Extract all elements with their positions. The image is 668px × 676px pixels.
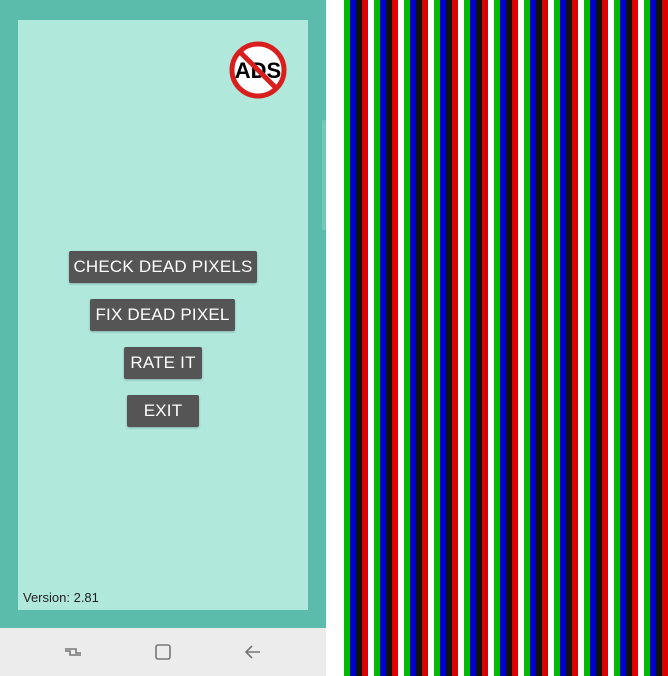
- color-stripe: [578, 0, 584, 676]
- color-stripe: [602, 0, 608, 676]
- color-stripe: [428, 0, 434, 676]
- edge-panel-handle[interactable]: [322, 120, 326, 230]
- color-stripe: [500, 0, 506, 676]
- color-stripe: [422, 0, 428, 676]
- color-stripe: [614, 0, 620, 676]
- screenshot-canvas: ADS CHECK DEAD PIXELS FIX DEAD PIXEL RAT…: [0, 0, 668, 676]
- color-stripe: [464, 0, 470, 676]
- color-stripe: [458, 0, 464, 676]
- color-stripe: [452, 0, 458, 676]
- color-stripe: [530, 0, 536, 676]
- color-stripe: [524, 0, 530, 676]
- exit-button[interactable]: EXIT: [127, 395, 199, 427]
- color-stripe: [374, 0, 380, 676]
- color-stripe: [512, 0, 518, 676]
- color-stripe: [410, 0, 416, 676]
- color-stripe: [350, 0, 356, 676]
- recents-button[interactable]: [61, 640, 85, 664]
- color-stripe: [392, 0, 398, 676]
- color-stripe: [620, 0, 626, 676]
- color-stripe: [440, 0, 446, 676]
- color-stripe: [494, 0, 500, 676]
- remove-ads-button[interactable]: ADS: [228, 40, 288, 100]
- color-stripe: [632, 0, 638, 676]
- color-stripe: [506, 0, 512, 676]
- color-stripe: [482, 0, 488, 676]
- color-stripe: [470, 0, 476, 676]
- color-stripe: [338, 0, 344, 676]
- color-stripe: [656, 0, 662, 676]
- color-stripe: [398, 0, 404, 676]
- color-stripe: [638, 0, 644, 676]
- home-icon: [155, 644, 171, 660]
- android-nav-bar: [0, 628, 326, 676]
- color-stripe: [596, 0, 602, 676]
- color-stripe: [560, 0, 566, 676]
- color-stripe: [386, 0, 392, 676]
- color-stripe: [446, 0, 452, 676]
- color-stripe: [584, 0, 590, 676]
- check-dead-pixels-button[interactable]: CHECK DEAD PIXELS: [69, 251, 257, 283]
- back-icon: [245, 645, 260, 659]
- color-stripe: [356, 0, 362, 676]
- home-button[interactable]: [151, 640, 175, 664]
- color-stripe: [608, 0, 614, 676]
- back-button[interactable]: [242, 640, 266, 664]
- fix-dead-pixel-button[interactable]: FIX DEAD PIXEL: [90, 299, 235, 331]
- color-stripe: [650, 0, 656, 676]
- color-stripe: [404, 0, 410, 676]
- color-stripe: [362, 0, 368, 676]
- color-stripe: [566, 0, 572, 676]
- color-stripe: [554, 0, 560, 676]
- color-stripe: [548, 0, 554, 676]
- color-stripe: [590, 0, 596, 676]
- recents-icon: [65, 648, 81, 656]
- color-stripe: [368, 0, 374, 676]
- color-stripe: [344, 0, 350, 676]
- color-stripe: [536, 0, 542, 676]
- color-stripe: [380, 0, 386, 676]
- phone-screen: ADS CHECK DEAD PIXELS FIX DEAD PIXEL RAT…: [0, 0, 326, 676]
- version-label: Version: 2.81: [23, 590, 99, 605]
- test-pattern-screen: [338, 0, 668, 676]
- color-stripe: [626, 0, 632, 676]
- color-stripe: [662, 0, 668, 676]
- color-stripe: [434, 0, 440, 676]
- color-stripe: [542, 0, 548, 676]
- color-stripe: [476, 0, 482, 676]
- color-stripe: [572, 0, 578, 676]
- color-stripe: [488, 0, 494, 676]
- color-stripes-pattern: [338, 0, 668, 676]
- color-stripe: [416, 0, 422, 676]
- no-ads-icon: ADS: [229, 41, 287, 99]
- rate-it-button[interactable]: RATE IT: [124, 347, 202, 379]
- color-stripe: [518, 0, 524, 676]
- color-stripe: [644, 0, 650, 676]
